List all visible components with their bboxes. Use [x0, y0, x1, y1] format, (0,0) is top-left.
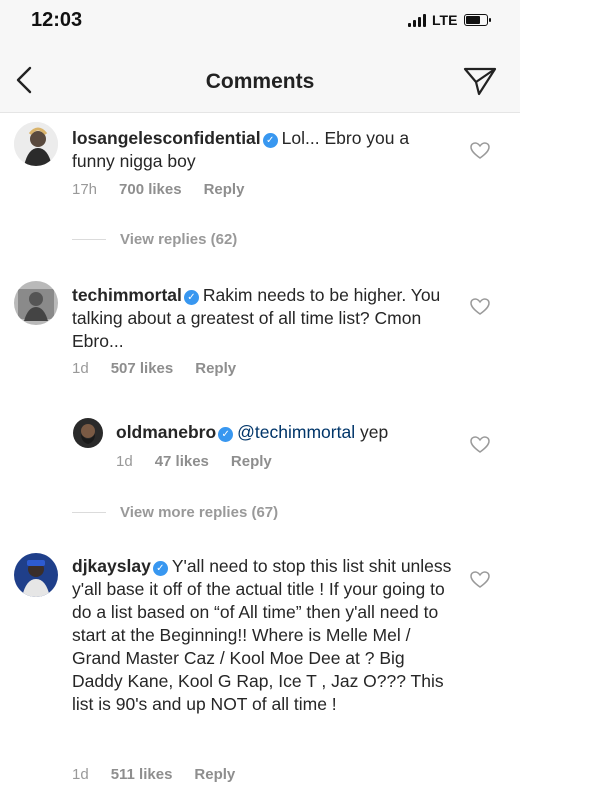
divider-line: [72, 239, 106, 240]
reply-likes[interactable]: 47 likes: [155, 453, 209, 470]
reply-body: oldmanebro ✓ @techimmortal yep: [116, 421, 456, 444]
signal-icon: [408, 13, 426, 27]
network-label: LTE: [432, 12, 458, 28]
mention-link[interactable]: @techimmortal: [237, 422, 355, 442]
reply-meta: 1d 47 likes Reply: [116, 453, 294, 470]
verified-icon: ✓: [218, 427, 234, 442]
verified-icon: ✓: [152, 561, 168, 576]
avatar[interactable]: [14, 122, 58, 166]
view-replies-button[interactable]: View replies (62): [72, 231, 237, 248]
comment-body: losangelesconfidential ✓ Lol... Ebro you a…: [72, 127, 452, 173]
comment-meta: 1d 507 likes Reply: [72, 360, 258, 377]
reply-button[interactable]: Reply: [195, 360, 236, 377]
like-heart-icon[interactable]: [470, 571, 490, 589]
comment-username[interactable]: losangelesconfidential: [72, 128, 261, 148]
avatar[interactable]: [73, 418, 103, 448]
status-time: 12:03: [31, 9, 83, 31]
comment-likes[interactable]: 511 likes: [111, 766, 173, 783]
avatar-image: [73, 418, 103, 448]
comment-likes[interactable]: 700 likes: [119, 181, 182, 198]
avatar[interactable]: [14, 281, 58, 325]
comment-username[interactable]: techimmortal: [72, 285, 182, 305]
reply-button[interactable]: Reply: [194, 766, 235, 783]
comment-meta: 1d 511 likes Reply: [72, 766, 257, 783]
comment-likes[interactable]: 507 likes: [111, 360, 174, 377]
view-replies-label: View more replies (67): [120, 504, 279, 521]
view-replies-label: View replies (62): [120, 231, 238, 248]
verified-icon: ✓: [183, 290, 199, 305]
reply-text: yep: [359, 422, 389, 442]
like-heart-icon[interactable]: [470, 436, 490, 454]
comment-username[interactable]: djkayslay: [72, 556, 151, 576]
comment-time: 1d: [72, 766, 89, 783]
comment-body: djkayslay ✓ Y'all need to stop this list s…: [72, 555, 457, 716]
header-divider: [0, 112, 520, 113]
divider-line: [72, 512, 106, 513]
reply-button[interactable]: Reply: [204, 181, 245, 198]
verified-icon: ✓: [262, 133, 278, 148]
status-indicators: LTE: [408, 12, 492, 28]
like-heart-icon[interactable]: [470, 298, 490, 316]
avatar-image: [14, 122, 58, 166]
battery-icon: [464, 14, 492, 26]
comment-text: Y'all need to stop this list shit unless…: [72, 556, 452, 714]
comment-meta: 17h 700 likes Reply: [72, 181, 266, 198]
like-heart-icon[interactable]: [470, 142, 490, 160]
avatar-image: [14, 281, 58, 325]
send-icon[interactable]: [463, 66, 497, 96]
comment-time: 17h: [72, 181, 98, 198]
page-title: Comments: [205, 70, 315, 93]
comment-time: 1d: [72, 360, 89, 377]
comment-body: techimmortal ✓ Rakim needs to be higher. Y…: [72, 284, 452, 353]
reply-button[interactable]: Reply: [231, 453, 272, 470]
view-replies-button[interactable]: View more replies (67): [72, 504, 278, 521]
top-bar: 12:03 LTE Comments: [0, 0, 520, 112]
avatar[interactable]: [14, 553, 58, 597]
reply-username[interactable]: oldmanebro: [116, 422, 216, 442]
reply-time: 1d: [116, 453, 133, 470]
avatar-image: [14, 553, 58, 597]
